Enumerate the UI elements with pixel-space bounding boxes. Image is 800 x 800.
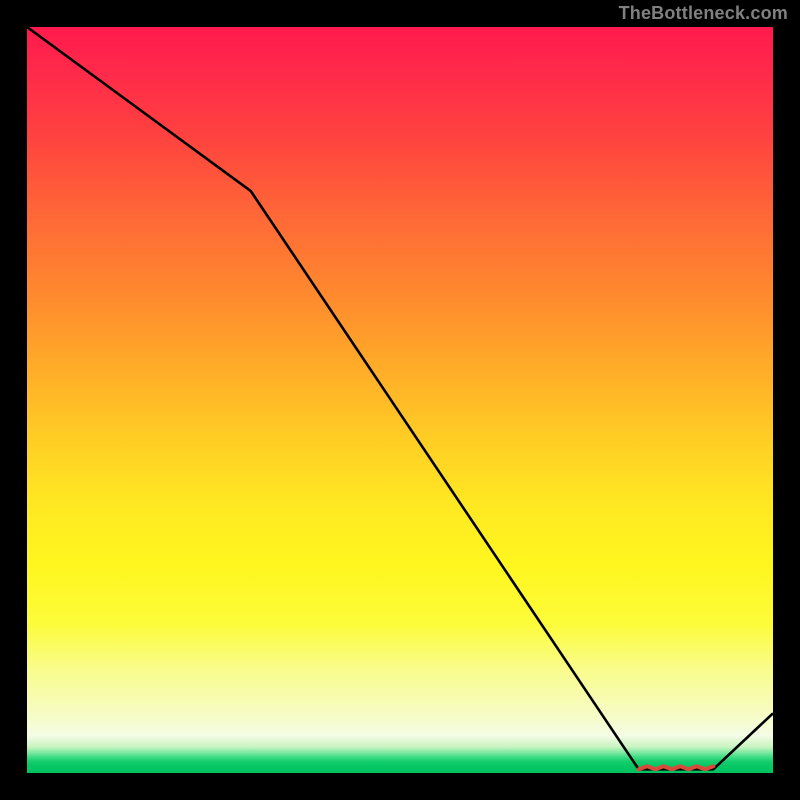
chart-frame: TheBottleneck.com [0, 0, 800, 800]
curve-group [27, 27, 773, 769]
attribution-label: TheBottleneck.com [619, 3, 788, 24]
main-curve [27, 27, 773, 769]
min-marker [639, 766, 714, 769]
chart-overlay [27, 27, 773, 773]
plot-area [27, 27, 773, 773]
